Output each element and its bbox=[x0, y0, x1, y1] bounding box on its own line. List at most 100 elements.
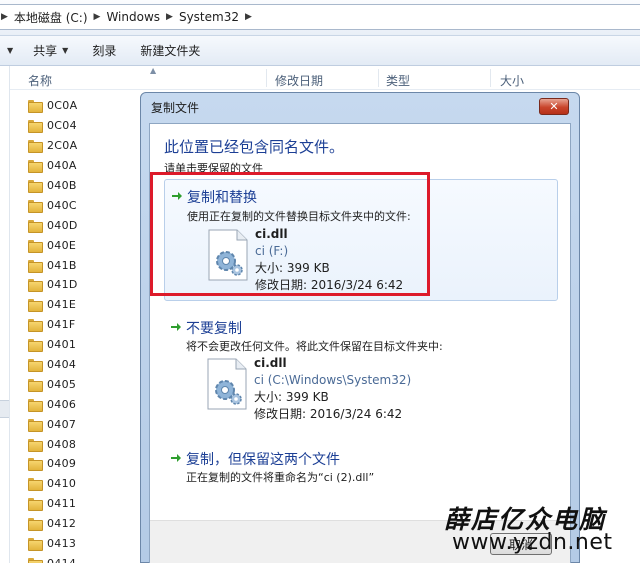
dont-copy-title: 不要复制 bbox=[186, 321, 242, 337]
dont-copy-option[interactable]: 不要复制 将不会更改任何文件。将此文件保留在目标文件夹中: ci.dll ci … bbox=[164, 311, 558, 423]
file-modified: 修改日期: 2016/3/24 6:42 bbox=[254, 407, 403, 421]
breadcrumb-item-windows[interactable]: Windows bbox=[106, 5, 160, 29]
folder-item[interactable]: 0401 bbox=[28, 335, 138, 355]
command-bar: ▼ 共享 ▼ 刻录 新建文件夹 bbox=[0, 36, 640, 66]
column-divider[interactable] bbox=[266, 69, 267, 87]
column-header-modified[interactable]: 修改日期 bbox=[275, 72, 323, 89]
folder-icon bbox=[28, 538, 43, 552]
green-arrow-icon bbox=[171, 454, 181, 462]
copy-keep-both-title: 复制，但保留这两个文件 bbox=[186, 452, 340, 468]
folder-name: 041E bbox=[47, 298, 77, 312]
folder-list: 0C0A 0C04 2C0A 040A 040B 040C 040D 040E 041B 041D… bbox=[28, 96, 138, 563]
folder-icon bbox=[28, 180, 43, 193]
folder-icon bbox=[28, 239, 43, 253]
folder-icon bbox=[28, 418, 43, 432]
new-folder-button[interactable]: 新建文件夹 bbox=[128, 36, 212, 65]
breadcrumb-item-drive[interactable]: 本地磁盘 (C:) bbox=[14, 5, 88, 29]
folder-name: 0405 bbox=[47, 377, 77, 391]
chevron-right-icon[interactable]: ▶ bbox=[166, 12, 173, 22]
folder-item[interactable]: 0408 bbox=[28, 434, 138, 454]
folder-name: 040A bbox=[47, 159, 77, 173]
watermark-url: www.yzdn.net bbox=[452, 530, 613, 555]
folder-name: 0412 bbox=[47, 517, 77, 531]
folder-icon bbox=[28, 438, 43, 452]
navigation-pane bbox=[0, 66, 10, 563]
folder-item[interactable]: 040E bbox=[28, 235, 138, 255]
folder-item[interactable]: 041F bbox=[28, 315, 138, 335]
column-header-type[interactable]: 类型 bbox=[386, 72, 410, 89]
folder-item[interactable]: 040B bbox=[28, 176, 138, 196]
folder-name: 0414 bbox=[47, 557, 76, 563]
column-divider[interactable] bbox=[378, 69, 379, 87]
breadcrumb[interactable]: ▶ 本地磁盘 (C:) ▶ Windows ▶ System32 ▶ bbox=[0, 4, 640, 30]
folder-item[interactable]: 0404 bbox=[28, 355, 138, 375]
column-divider[interactable] bbox=[490, 69, 491, 87]
chevron-right-icon[interactable]: ▶ bbox=[245, 12, 252, 22]
folder-item[interactable]: 0414 bbox=[28, 553, 138, 563]
organize-dropdown-arrow[interactable]: ▼ bbox=[0, 36, 21, 65]
folder-item[interactable]: 2C0A bbox=[28, 136, 138, 156]
folder-icon bbox=[28, 199, 43, 213]
folder-icon bbox=[28, 557, 43, 563]
folder-item[interactable]: 0407 bbox=[28, 414, 138, 434]
folder-icon bbox=[28, 458, 43, 472]
new-folder-button-label: 新建文件夹 bbox=[140, 44, 201, 58]
folder-item[interactable]: 041E bbox=[28, 295, 138, 315]
folder-icon bbox=[28, 160, 43, 174]
file-name: ci.dll bbox=[254, 356, 287, 370]
watermark: 薛店亿众电脑 www.yzdn.net bbox=[444, 500, 640, 563]
folder-item[interactable]: 041D bbox=[28, 275, 138, 295]
nav-pane-scroll-thumb[interactable] bbox=[0, 400, 9, 418]
close-button[interactable]: ✕ bbox=[539, 98, 569, 115]
folder-name: 041D bbox=[47, 278, 78, 292]
dont-copy-description: 将不会更改任何文件。将此文件保留在目标文件夹中: bbox=[186, 340, 443, 353]
green-arrow-icon bbox=[171, 323, 181, 331]
column-header-name[interactable]: 名称 bbox=[28, 72, 52, 89]
folder-item[interactable]: 040D bbox=[28, 215, 138, 235]
burn-button[interactable]: 刻录 bbox=[80, 36, 128, 65]
folder-item[interactable]: 0C0A bbox=[28, 96, 138, 116]
column-headers: ▲ 名称 修改日期 类型 大小 bbox=[10, 66, 640, 90]
address-bar: ▶ 本地磁盘 (C:) ▶ Windows ▶ System32 ▶ bbox=[0, 0, 640, 36]
folder-name: 041F bbox=[47, 318, 76, 332]
file-location: ci (C:\Windows\System32) bbox=[254, 373, 412, 387]
dropdown-arrow-icon: ▼ bbox=[7, 46, 14, 55]
folder-item[interactable]: 041B bbox=[28, 255, 138, 275]
copy-keep-both-option[interactable]: 复制，但保留这两个文件 正在复制的文件将重命名为“ci (2).dll” bbox=[164, 442, 558, 492]
folder-icon bbox=[28, 498, 43, 512]
folder-item[interactable]: 0409 bbox=[28, 454, 138, 474]
folder-name: 0407 bbox=[47, 417, 77, 431]
chevron-right-icon[interactable]: ▶ bbox=[94, 12, 101, 22]
dialog-title: 复制文件 bbox=[151, 101, 200, 115]
folder-name: 040D bbox=[47, 218, 78, 232]
file-details: ci.dll ci (C:\Windows\System32) 大小: 399 … bbox=[254, 355, 411, 423]
folder-item[interactable]: 0411 bbox=[28, 494, 138, 514]
burn-button-label: 刻录 bbox=[92, 44, 117, 58]
folder-item[interactable]: 0413 bbox=[28, 534, 138, 554]
share-button[interactable]: 共享 ▼ bbox=[21, 36, 80, 65]
folder-icon bbox=[28, 120, 43, 134]
folder-item[interactable]: 0406 bbox=[28, 394, 138, 414]
highlight-annotation-box bbox=[150, 172, 430, 296]
folder-item[interactable]: 0410 bbox=[28, 474, 138, 494]
folder-name: 0401 bbox=[47, 338, 77, 352]
folder-item[interactable]: 040A bbox=[28, 156, 138, 176]
dialog-heading: 此位置已经包含同名文件。 bbox=[164, 138, 345, 156]
folder-item[interactable]: 0412 bbox=[28, 514, 138, 534]
folder-icon bbox=[28, 140, 43, 154]
folder-name: 040B bbox=[47, 179, 77, 192]
folder-item[interactable]: 040C bbox=[28, 195, 138, 215]
breadcrumb-item-system32[interactable]: System32 bbox=[179, 5, 239, 29]
folder-name: 040C bbox=[47, 198, 77, 212]
folder-name: 0413 bbox=[47, 537, 77, 551]
column-header-size[interactable]: 大小 bbox=[500, 72, 524, 89]
folder-icon bbox=[28, 219, 43, 233]
folder-item[interactable]: 0405 bbox=[28, 374, 138, 394]
chevron-right-icon[interactable]: ▶ bbox=[1, 12, 8, 22]
folder-item[interactable]: 0C04 bbox=[28, 116, 138, 136]
sort-ascending-icon: ▲ bbox=[150, 66, 157, 75]
folder-icon bbox=[28, 279, 43, 293]
folder-icon bbox=[28, 359, 43, 373]
close-icon: ✕ bbox=[549, 100, 559, 113]
copy-keep-both-description: 正在复制的文件将重命名为“ci (2).dll” bbox=[186, 471, 375, 484]
